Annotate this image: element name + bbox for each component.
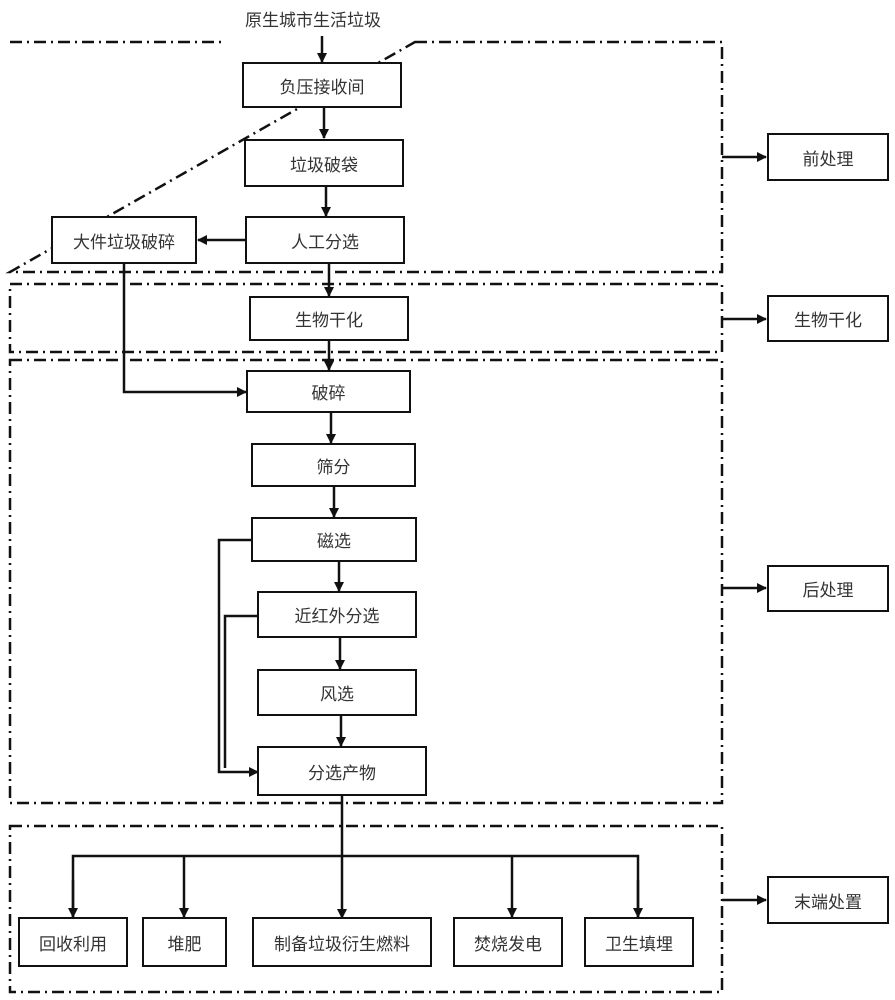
- output-landfill: 卫生填埋: [584, 917, 694, 967]
- node-bulky-crushing: 大件垃圾破碎: [51, 216, 197, 264]
- node-air-sorting: 风选: [257, 669, 417, 716]
- node-negative-pressure: 负压接收间: [242, 62, 402, 108]
- node-screening: 筛分: [251, 443, 416, 487]
- node-bio-drying: 生物干化: [249, 296, 409, 341]
- stage-frame-end: [8, 824, 724, 994]
- node-sorted-products: 分选产物: [257, 746, 427, 796]
- output-composting: 堆肥: [142, 917, 227, 967]
- node-nir-sorting: 近红外分选: [257, 591, 417, 638]
- stage-label-bio: 生物干化: [767, 295, 889, 342]
- output-rdf: 制备垃圾衍生燃料: [252, 917, 432, 967]
- stage-label-pre: 前处理: [767, 133, 889, 181]
- node-magnetic-separation: 磁选: [251, 517, 417, 562]
- stage-frame-post: [8, 358, 724, 805]
- output-incineration: 焚烧发电: [453, 917, 563, 967]
- input-label: 原生城市生活垃圾: [245, 11, 381, 31]
- node-manual-sorting: 人工分选: [245, 216, 405, 264]
- stage-label-post: 后处理: [767, 565, 889, 612]
- node-bag-breaking: 垃圾破袋: [244, 139, 404, 187]
- output-recycling: 回收利用: [18, 917, 128, 967]
- node-crushing: 破碎: [246, 370, 411, 413]
- stage-label-end: 末端处置: [767, 876, 889, 924]
- diagram-lines: [5, 36, 767, 994]
